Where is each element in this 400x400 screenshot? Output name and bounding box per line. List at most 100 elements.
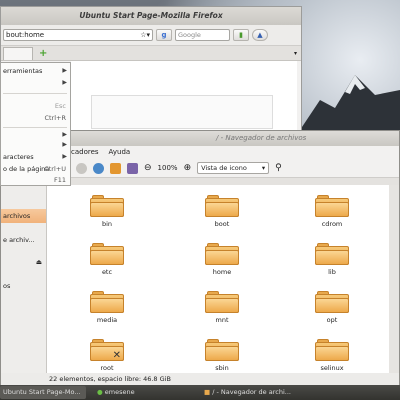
firefox-titlebar[interactable]: Ubuntu Start Page-Mozilla Firefox xyxy=(1,7,301,25)
zoom-in-icon[interactable]: ⊕ xyxy=(184,163,192,173)
file-item-home[interactable]: home xyxy=(192,243,252,276)
google-icon: g xyxy=(161,31,167,39)
file-item-root[interactable]: ✕ root xyxy=(77,339,137,372)
task-firefox[interactable]: Ubuntu Start Page-Mo... xyxy=(0,386,86,399)
url-bar[interactable]: bout:home ☆ ▾ xyxy=(3,29,153,41)
menu-shortcut: F11 xyxy=(53,176,66,184)
file-item-bin[interactable]: bin xyxy=(77,195,137,228)
new-tab-icon[interactable]: + xyxy=(39,48,47,59)
file-item-media[interactable]: media xyxy=(77,291,137,324)
menu-separator xyxy=(3,93,67,94)
folder-icon xyxy=(205,243,239,265)
file-item-opt[interactable]: opt xyxy=(302,291,362,324)
submenu-arrow-icon: ▶ xyxy=(62,153,67,160)
menu-shortcut: Ctrl+R xyxy=(44,114,66,122)
file-name: media xyxy=(96,316,118,324)
task-emesene[interactable]: ● emesene xyxy=(89,386,198,399)
menu-separator xyxy=(3,127,67,128)
tab-scroll-arrow-icon[interactable]: ▾ xyxy=(294,50,297,57)
eject-icon[interactable]: ⏏ xyxy=(36,255,42,269)
file-item-lib[interactable]: lib xyxy=(302,243,362,276)
scrollbar[interactable] xyxy=(389,185,399,373)
task-file-browser[interactable]: ■ / - Navegador de archi... xyxy=(201,386,307,399)
browser-tab[interactable] xyxy=(3,46,33,60)
bookmarks-button[interactable]: ▮ xyxy=(233,29,249,41)
menu-item-2[interactable]: ▶ xyxy=(1,77,70,89)
sidebar-item-documents[interactable]: os xyxy=(1,279,46,293)
addon-icon: ▲ xyxy=(257,31,263,39)
file-item-sbin[interactable]: sbin xyxy=(192,339,252,372)
no-access-emblem-icon: ✕ xyxy=(112,350,121,361)
folder-icon xyxy=(90,195,124,217)
firefox-navigation-bar: bout:home ☆ ▾ g Google ▮ ▲ xyxy=(1,25,301,46)
submenu-arrow-icon: ▶ xyxy=(62,67,67,74)
bookmarks-icon: ▮ xyxy=(239,31,243,39)
reload-icon[interactable] xyxy=(93,162,104,174)
page-search-panel xyxy=(91,95,273,129)
file-item-etc[interactable]: etc xyxy=(77,243,137,276)
folder-icon xyxy=(315,195,349,217)
folder-icon xyxy=(90,291,124,313)
file-name: opt xyxy=(326,316,338,324)
folder-icon xyxy=(315,339,349,361)
file-name: etc xyxy=(101,268,113,276)
search-input[interactable]: Google xyxy=(175,29,230,41)
folder-icon xyxy=(315,291,349,313)
file-name: lib xyxy=(328,268,336,276)
folder-icon: ✕ xyxy=(90,339,124,361)
computer-icon[interactable] xyxy=(127,162,138,174)
file-item-cdrom[interactable]: cdrom xyxy=(302,195,362,228)
folder-icon xyxy=(90,243,124,265)
places-sidebar: archivos e archiv... ⏏ os xyxy=(1,185,47,373)
folder-icon xyxy=(205,339,239,361)
task-label: emesene xyxy=(104,388,135,396)
file-name: bin xyxy=(101,220,113,228)
menu-item-character-encoding[interactable]: aracteres ▶ xyxy=(1,151,70,163)
stop-icon[interactable] xyxy=(76,162,87,174)
menu-item-label: aracteres xyxy=(3,153,34,161)
menu-ayuda[interactable]: Ayuda xyxy=(109,146,131,159)
addon-button[interactable]: ▲ xyxy=(252,29,268,41)
sidebar-item-network[interactable]: e archiv... xyxy=(1,233,46,247)
task-label: Ubuntu Start Page-Mo... xyxy=(3,388,81,396)
file-item-boot[interactable]: boot xyxy=(192,195,252,228)
sidebar-item-device[interactable]: ⏏ xyxy=(1,255,46,269)
menu-marcadores[interactable]: cadores xyxy=(71,146,99,159)
submenu-arrow-icon: ▶ xyxy=(62,79,67,86)
file-name: selinux xyxy=(320,364,344,372)
url-text[interactable]: bout:home xyxy=(6,31,140,39)
mountain-image xyxy=(300,75,400,130)
menu-item-herramientas[interactable]: erramientas ▶ xyxy=(1,65,70,77)
sidebar-item-filesystem[interactable]: archivos xyxy=(1,209,46,223)
home-folder-icon[interactable] xyxy=(110,162,121,174)
view-mode-select[interactable]: Vista de icono xyxy=(197,162,270,174)
search-icon[interactable]: ⚲ xyxy=(275,163,282,173)
menu-item-label: erramientas xyxy=(3,67,43,75)
file-view: bin boot cdrom etc home lib media mnt opt ✕ root sb… xyxy=(47,185,389,373)
file-name: sbin xyxy=(215,364,229,372)
menu-item-reload[interactable]: Ctrl+R xyxy=(1,112,70,124)
emesene-icon: ● xyxy=(97,388,103,396)
menu-shortcut: Esc xyxy=(54,102,66,110)
file-name: boot xyxy=(214,220,230,228)
dropdown-arrow-icon[interactable]: ▾ xyxy=(146,31,150,39)
folder-icon xyxy=(315,243,349,265)
search-engine-button[interactable]: g xyxy=(156,29,172,41)
file-item-mnt[interactable]: mnt xyxy=(192,291,252,324)
file-name: root xyxy=(100,364,114,372)
tab-strip: + ▾ xyxy=(1,46,301,61)
file-name: mnt xyxy=(215,316,229,324)
folder-icon: ■ xyxy=(204,388,211,396)
zoom-out-icon[interactable]: ⊖ xyxy=(144,163,152,173)
context-menu: erramientas ▶ ▶ Esc Ctrl+R ▶ ▶ aracteres… xyxy=(0,62,71,186)
file-name: cdrom xyxy=(321,220,343,228)
taskbar: Ubuntu Start Page-Mo... ● emesene ■ / - … xyxy=(0,385,400,400)
folder-icon xyxy=(205,195,239,217)
file-name: home xyxy=(212,268,232,276)
task-label: / - Navegador de archi... xyxy=(212,388,291,396)
folder-icon xyxy=(205,291,239,313)
menu-item-6[interactable]: ▶ xyxy=(1,139,70,151)
menu-item-fullscreen[interactable]: F11 xyxy=(1,174,70,186)
file-item-selinux[interactable]: selinux xyxy=(302,339,362,372)
menu-item-stop[interactable]: Esc xyxy=(1,100,70,112)
